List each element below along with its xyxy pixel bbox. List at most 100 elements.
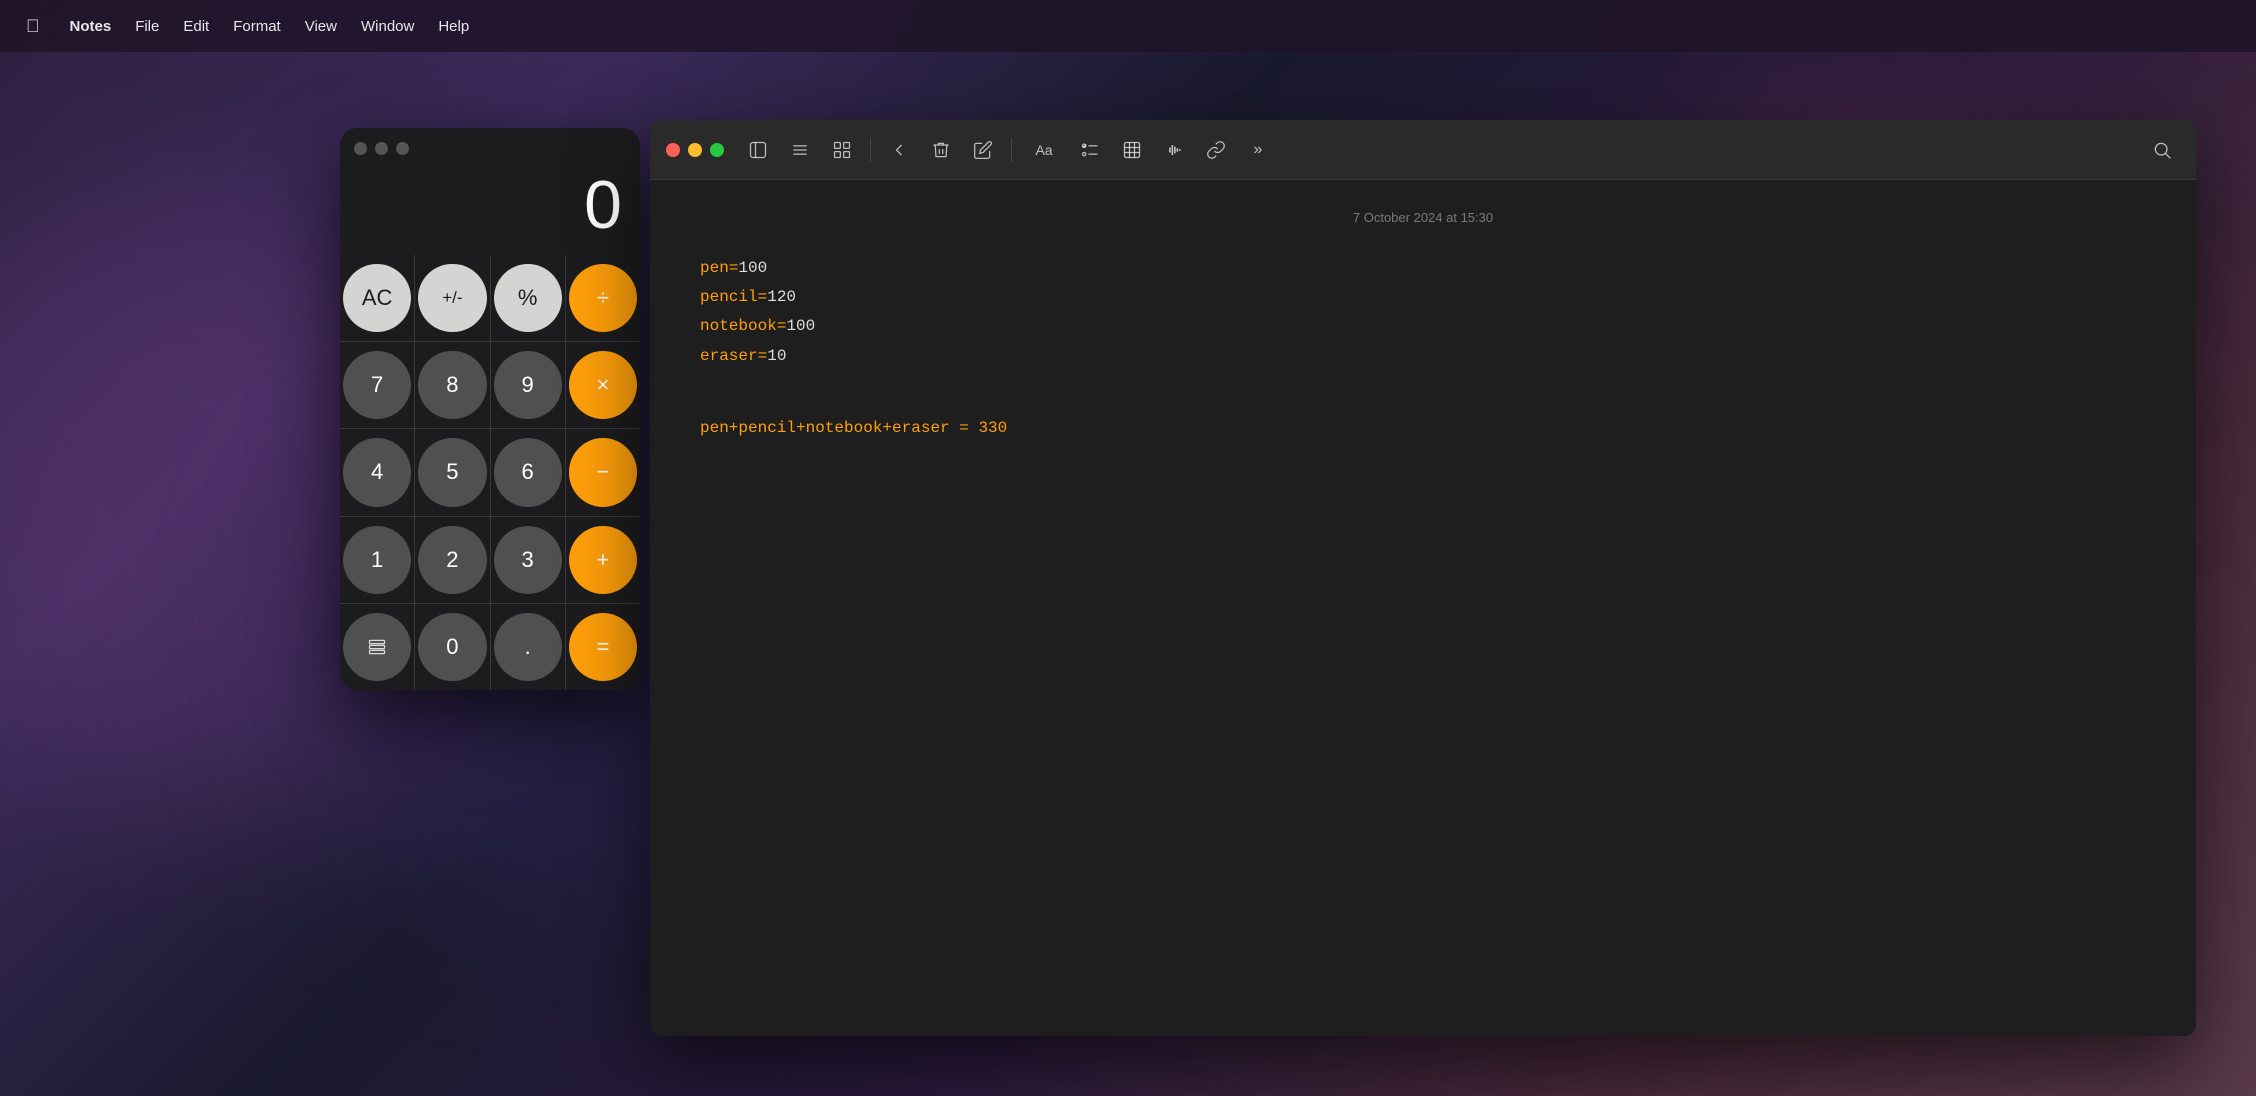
- notes-minimize-button[interactable]: [688, 143, 702, 157]
- calc-btn-0[interactable]: 0: [418, 613, 486, 681]
- menu-help[interactable]: Help: [428, 14, 479, 39]
- calc-btn-8[interactable]: 8: [418, 351, 486, 419]
- sidebar-toggle-button[interactable]: [740, 132, 776, 168]
- calc-btn-container-equals: =: [566, 604, 640, 690]
- note-line-3: notebook=100: [700, 313, 2146, 340]
- note-key-pencil: pencil: [700, 288, 758, 306]
- calc-btn-decimal[interactable]: .: [494, 613, 562, 681]
- calc-btn-container-5: 5: [415, 429, 489, 515]
- calc-btn-container-history: [340, 604, 414, 690]
- note-formula-prefix: pen+pencil+notebook+eraser =: [700, 419, 978, 437]
- note-empty-line: [700, 372, 2146, 399]
- waveform-icon: [1164, 140, 1184, 160]
- note-val-pencil: 120: [767, 288, 796, 306]
- toolbar-separator-2: [1011, 138, 1012, 162]
- calc-btn-container-9: 9: [491, 342, 565, 428]
- calc-btn-1[interactable]: 1: [343, 526, 411, 594]
- calc-btn-4[interactable]: 4: [343, 438, 411, 506]
- link-button[interactable]: [1198, 132, 1234, 168]
- delete-button[interactable]: [923, 132, 959, 168]
- menu-window[interactable]: Window: [351, 14, 424, 39]
- checklist-button[interactable]: [1072, 132, 1108, 168]
- calc-maximize-button[interactable]: [396, 142, 409, 155]
- format-label: Aa: [1035, 142, 1052, 158]
- format-button[interactable]: Aa: [1022, 132, 1066, 168]
- calc-btn-2[interactable]: 2: [418, 526, 486, 594]
- note-val-pen: 100: [738, 259, 767, 277]
- note-val-notebook: 100: [786, 317, 815, 335]
- calc-btn-plus[interactable]: +: [569, 526, 637, 594]
- table-button[interactable]: [1114, 132, 1150, 168]
- list-view-button[interactable]: [782, 132, 818, 168]
- calc-titlebar: [340, 128, 640, 168]
- search-button[interactable]: [2144, 132, 2180, 168]
- calc-btn-container-1: 1: [340, 517, 414, 603]
- menubar:  Notes File Edit Format View Window Hel…: [0, 0, 2256, 52]
- notes-maximize-button[interactable]: [710, 143, 724, 157]
- calc-btn-container-multiply: ×: [566, 342, 640, 428]
- calc-btn-divide[interactable]: ÷: [569, 264, 637, 332]
- calc-btn-container-7: 7: [340, 342, 414, 428]
- calc-btn-container-ac: AC: [340, 255, 414, 341]
- list-icon: [790, 140, 810, 160]
- menu-notes[interactable]: Notes: [60, 14, 122, 39]
- menu-format[interactable]: Format: [223, 14, 291, 39]
- grid-view-button[interactable]: [824, 132, 860, 168]
- calc-btn-9[interactable]: 9: [494, 351, 562, 419]
- calc-btn-multiply[interactable]: ×: [569, 351, 637, 419]
- note-key-pen: pen: [700, 259, 729, 277]
- note-sep-2: =: [758, 288, 768, 306]
- calc-btn-container-percent: %: [491, 255, 565, 341]
- note-sep-4: =: [758, 347, 768, 365]
- calc-btn-equals[interactable]: =: [569, 613, 637, 681]
- calc-btn-container-plus: +: [566, 517, 640, 603]
- calc-btn-5[interactable]: 5: [418, 438, 486, 506]
- apple-menu[interactable]: : [16, 12, 50, 41]
- back-icon: [889, 140, 909, 160]
- note-body[interactable]: pen=100 pencil=120 notebook=100 eraser=1…: [700, 255, 2146, 442]
- calc-btn-container-divide: ÷: [566, 255, 640, 341]
- note-timestamp: 7 October 2024 at 15:30: [700, 210, 2146, 225]
- voice-button[interactable]: [1156, 132, 1192, 168]
- note-line-4: eraser=10: [700, 343, 2146, 370]
- notes-content[interactable]: 7 October 2024 at 15:30 pen=100 pencil=1…: [650, 180, 2196, 1036]
- note-sep-3: =: [777, 317, 787, 335]
- link-icon: [1206, 140, 1226, 160]
- calc-btn-sign[interactable]: +/-: [418, 264, 486, 332]
- notes-close-button[interactable]: [666, 143, 680, 157]
- calc-btn-3[interactable]: 3: [494, 526, 562, 594]
- calc-btn-container-decimal: .: [491, 604, 565, 690]
- note-formula-line: pen+pencil+notebook+eraser = 330: [700, 415, 2146, 442]
- calc-close-button[interactable]: [354, 142, 367, 155]
- menu-file[interactable]: File: [125, 14, 169, 39]
- search-icon: [2152, 140, 2172, 160]
- calc-minimize-button[interactable]: [375, 142, 388, 155]
- notes-window: Aa: [650, 120, 2196, 1036]
- calc-result: 0: [360, 168, 620, 243]
- calc-btn-ac[interactable]: AC: [343, 264, 411, 332]
- compose-button[interactable]: [965, 132, 1001, 168]
- calc-btn-container-2: 2: [415, 517, 489, 603]
- note-key-notebook: notebook: [700, 317, 777, 335]
- calc-btn-6[interactable]: 6: [494, 438, 562, 506]
- more-button[interactable]: »: [1240, 132, 1276, 168]
- calc-btn-container-3: 3: [491, 517, 565, 603]
- calc-btn-history[interactable]: [343, 613, 411, 681]
- calc-button-grid: AC +/- % ÷ 7 8 9 × 4 5 6: [340, 255, 640, 690]
- note-key-eraser: eraser: [700, 347, 758, 365]
- calc-btn-minus[interactable]: −: [569, 438, 637, 506]
- sidebar-icon: [748, 140, 768, 160]
- note-sep-1: =: [729, 259, 739, 277]
- compose-icon: [973, 140, 993, 160]
- menu-edit[interactable]: Edit: [173, 14, 219, 39]
- calc-btn-7[interactable]: 7: [343, 351, 411, 419]
- back-button[interactable]: [881, 132, 917, 168]
- checklist-icon: [1080, 140, 1100, 160]
- calc-btn-percent[interactable]: %: [494, 264, 562, 332]
- calc-btn-container-6: 6: [491, 429, 565, 515]
- calc-btn-container-minus: −: [566, 429, 640, 515]
- table-icon: [1122, 140, 1142, 160]
- menu-view[interactable]: View: [295, 14, 347, 39]
- note-formula-result: 330: [978, 419, 1007, 437]
- toolbar-separator-1: [870, 138, 871, 162]
